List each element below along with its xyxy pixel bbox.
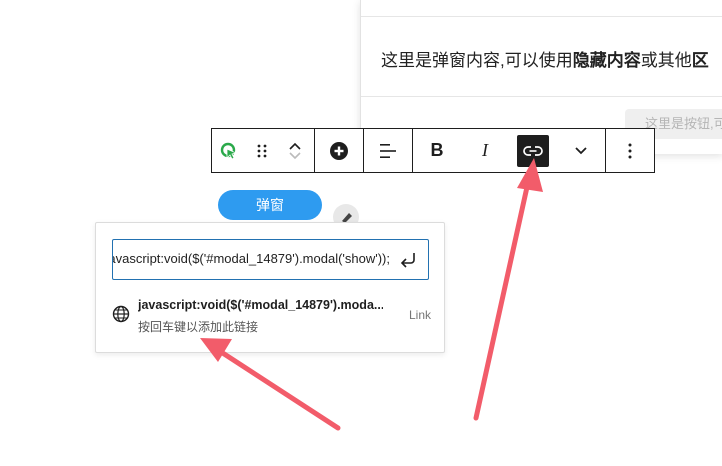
kebab-icon	[628, 143, 632, 158]
enter-icon[interactable]	[399, 251, 417, 269]
link-popover: javascript:void($('#modal_14879').modal(…	[95, 222, 445, 353]
cursor-select-icon	[220, 142, 237, 160]
bold-label: B	[430, 140, 444, 160]
chevron-down-icon	[575, 146, 587, 154]
globe-icon	[112, 305, 130, 323]
suggestion-subtitle: 按回车键以添加此链接	[138, 320, 259, 334]
bold-button[interactable]: B	[413, 129, 461, 172]
options-group	[606, 129, 654, 172]
url-input[interactable]: javascript:void($('#modal_14879').modal(…	[112, 239, 429, 280]
arrow-to-link-button	[473, 158, 543, 421]
block-toolbar: B I	[211, 128, 655, 173]
drag-handle-icon	[257, 144, 266, 157]
block-controls-group	[212, 129, 315, 172]
options-button[interactable]	[606, 129, 654, 172]
suggestion-type: Link	[409, 308, 432, 322]
chevron-down-icon[interactable]	[288, 151, 302, 161]
block-select-button[interactable]	[212, 129, 245, 172]
popup-button-block[interactable]: 弹窗	[218, 190, 322, 220]
modal-header	[361, 0, 722, 17]
modal-body-text: 这里是弹窗内容,可以使用隐藏内容或其他区	[381, 51, 709, 70]
suggestion-title: javascript:void($('#modal_14879').moda..…	[138, 298, 383, 312]
chevron-up-icon[interactable]	[288, 141, 302, 151]
add-button[interactable]	[315, 129, 363, 172]
add-group	[315, 129, 364, 172]
italic-label: I	[482, 140, 488, 160]
align-button[interactable]	[364, 129, 412, 172]
drag-handle-button[interactable]	[245, 129, 278, 172]
justify-icon	[380, 143, 396, 158]
italic-button[interactable]: I	[461, 129, 509, 172]
link-button[interactable]	[509, 129, 557, 172]
link-button-active	[517, 134, 549, 167]
more-rich-text-button[interactable]	[557, 129, 605, 172]
link-icon	[523, 145, 543, 156]
plus-circle-icon	[330, 141, 348, 160]
move-buttons	[278, 129, 311, 172]
format-group: B I	[413, 129, 606, 172]
align-group	[364, 129, 413, 172]
